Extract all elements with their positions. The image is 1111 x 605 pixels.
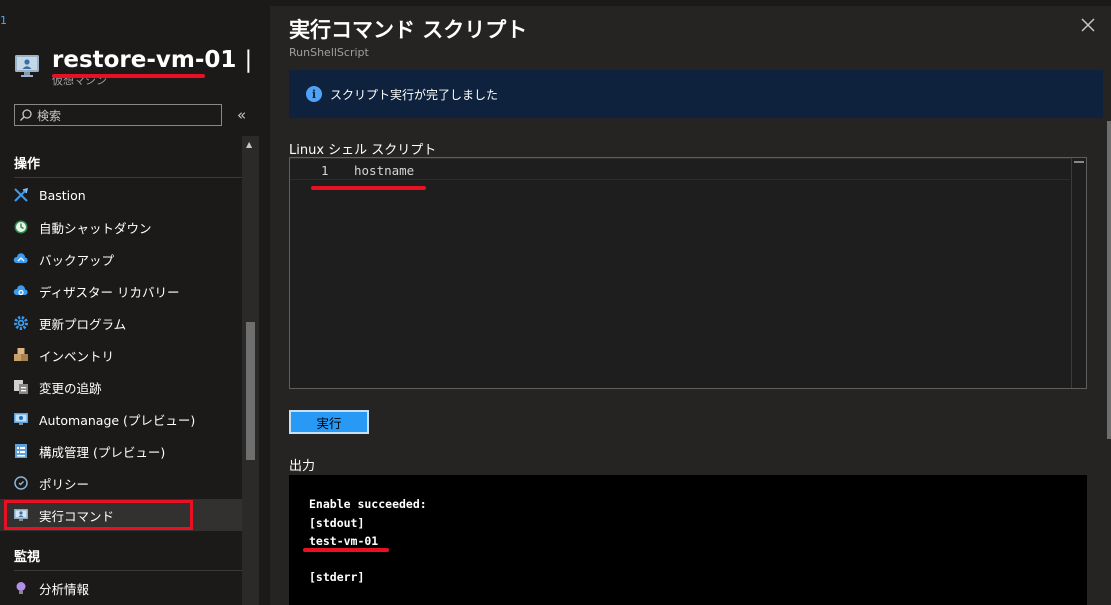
panel-scrollbar[interactable] (1107, 121, 1111, 439)
status-banner: i スクリプト実行が完了しました (289, 70, 1103, 118)
menu-item-change-tracking[interactable]: 変更の追跡 (0, 371, 242, 403)
change-tracking-icon (13, 379, 29, 395)
output-console: Enable succeeded: [stdout] test-vm-01 [s… (289, 475, 1087, 605)
red-underline-vm-name (52, 74, 205, 78)
clock-icon (13, 219, 29, 235)
menu-item-label: ディザスター リカバリー (39, 284, 180, 300)
collapse-menu-icon[interactable]: « (237, 106, 246, 124)
vm-name: restore-vm-01 (52, 47, 237, 73)
run-button[interactable]: 実行 (289, 410, 369, 434)
panel-title: 実行コマンド スクリプト (289, 18, 528, 42)
menu-item-label: 更新プログラム (39, 316, 127, 332)
section-divider (14, 177, 250, 178)
output-line: [stdout] (309, 516, 365, 530)
virtual-machine-icon (15, 55, 39, 77)
search-input[interactable]: 検索 (14, 104, 222, 126)
menu-item-label: 分析情報 (39, 581, 90, 597)
section-heading-monitoring: 監視 (14, 550, 41, 565)
menu-item-policy[interactable]: ポリシー (0, 467, 242, 499)
menu-item-bastion[interactable]: Bastion (0, 179, 242, 211)
menu-item-insights[interactable]: 分析情報 (0, 572, 242, 604)
search-icon (20, 109, 32, 121)
menu-item-label: ポリシー (39, 476, 90, 492)
cloud-recovery-icon (13, 283, 29, 299)
banner-message: スクリプト実行が完了しました (330, 87, 499, 102)
panel-subtitle: RunShellScript (289, 46, 369, 59)
output-line: test-vm-01 (309, 534, 379, 548)
menu-item-label: Bastion (39, 187, 86, 203)
output-line: [stderr] (309, 570, 365, 584)
vm-menu-blade: 1 restore-vm-01 | 実行 仮想マシン 検索 « 操作 Basti… (0, 0, 259, 605)
menu-item-label: バックアップ (39, 252, 115, 268)
menu-item-label: 自動シャットダウン (39, 220, 152, 236)
scrollbar-thumb[interactable] (246, 322, 255, 460)
menu-item-label: インベントリ (39, 348, 115, 364)
menu-scrollbar[interactable]: ▲ (242, 136, 259, 605)
menu-item-label: 変更の追跡 (39, 380, 102, 396)
red-underline-output (303, 548, 389, 552)
close-icon[interactable] (1079, 16, 1097, 34)
output-line: Enable succeeded: (309, 497, 427, 511)
menu-item-inventory[interactable]: インベントリ (0, 339, 242, 371)
inventory-icon (13, 347, 29, 363)
line-number: 1 (321, 163, 329, 178)
output-label: 出力 (289, 459, 316, 474)
menu-item-automanage[interactable]: Automanage (プレビュー) (0, 403, 242, 435)
policy-icon (13, 475, 29, 491)
red-highlight-box-run-command (4, 500, 193, 530)
breadcrumb-fragment: 1 (0, 14, 7, 27)
menu-item-configuration-management[interactable]: 構成管理 (プレビュー) (0, 435, 242, 467)
run-command-script-panel: 実行コマンド スクリプト RunShellScript i スクリプト実行が完了… (270, 0, 1111, 605)
editor-scrollbar[interactable] (1071, 158, 1086, 388)
info-icon: i (306, 86, 322, 102)
config-icon (13, 443, 29, 459)
script-code-line[interactable]: hostname (354, 163, 414, 178)
menu-item-disaster-recovery[interactable]: ディザスター リカバリー (0, 275, 242, 307)
page-title: restore-vm-01 | 実行 (52, 40, 259, 74)
title-separator: | (244, 47, 253, 73)
section-heading-operations: 操作 (14, 157, 41, 172)
search-placeholder: 検索 (37, 108, 62, 123)
section-divider (14, 570, 250, 571)
bastion-icon (13, 187, 29, 203)
red-underline-code (311, 186, 426, 190)
gear-icon (13, 315, 29, 331)
menu-item-auto-shutdown[interactable]: 自動シャットダウン (0, 211, 242, 243)
script-label: Linux シェル スクリプト (289, 143, 437, 158)
menu-item-backup[interactable]: バックアップ (0, 243, 242, 275)
automanage-icon (13, 411, 29, 427)
scrollbar-position-mark (1074, 161, 1084, 163)
script-editor[interactable]: 1 hostname (289, 157, 1087, 389)
lightbulb-icon (13, 580, 29, 596)
menu-item-label: Automanage (プレビュー) (39, 412, 196, 428)
menu-item-updates[interactable]: 更新プログラム (0, 307, 242, 339)
menu-item-label: 構成管理 (プレビュー) (39, 444, 166, 460)
scroll-up-arrow-icon[interactable]: ▲ (246, 140, 252, 149)
cloud-backup-icon (13, 251, 29, 267)
panel-top-strip (270, 0, 1111, 6)
